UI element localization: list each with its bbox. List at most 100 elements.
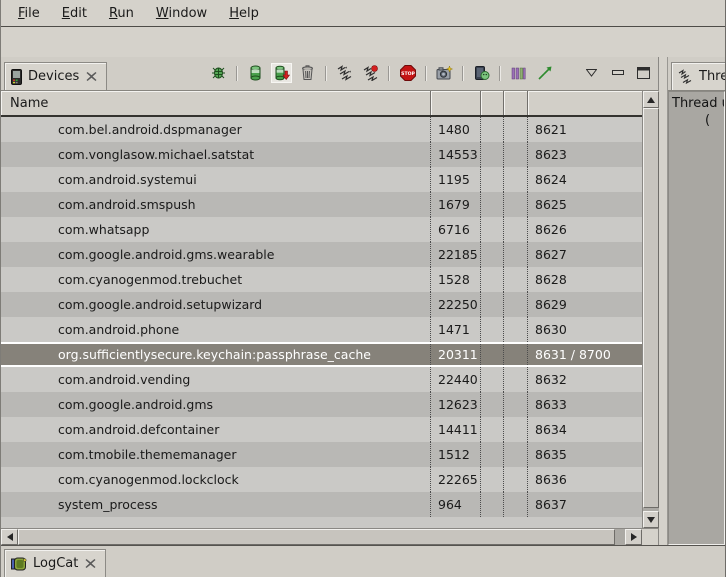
devices-tabbar: Devices bbox=[1, 57, 658, 91]
scroll-right-button[interactable] bbox=[625, 529, 642, 545]
toolbar-separator bbox=[499, 66, 501, 81]
empty-cell bbox=[481, 367, 504, 392]
table-row[interactable]: com.whatsapp 6716 8626 bbox=[1, 217, 642, 242]
process-pid: 1679 bbox=[431, 192, 481, 217]
tab-threads[interactable]: Threa bbox=[671, 62, 725, 90]
table-row[interactable]: com.cyanogenmod.lockclock 22265 8636 bbox=[1, 467, 642, 492]
empty-cell bbox=[504, 317, 528, 342]
scroll-down-button[interactable] bbox=[643, 511, 659, 528]
panel-splitter[interactable] bbox=[659, 57, 667, 545]
screen-capture-icon[interactable] bbox=[435, 64, 454, 82]
process-name: com.google.android.gms.wearable bbox=[1, 242, 431, 267]
process-port: 8628 bbox=[528, 267, 642, 292]
debug-process-icon[interactable] bbox=[209, 64, 228, 82]
horizontal-scroll-thumb[interactable] bbox=[18, 529, 615, 545]
vertical-scroll-thumb[interactable] bbox=[643, 108, 659, 508]
menu-edit[interactable]: Edit bbox=[51, 2, 98, 25]
menu-bar: File Edit Run Window Help bbox=[1, 0, 725, 27]
table-rows: com.bel.android.dspmanager 1480 8621 com… bbox=[1, 117, 642, 528]
horizontal-scroll-track[interactable] bbox=[18, 529, 625, 545]
threads-tabbar: Threa bbox=[668, 57, 725, 91]
empty-cell bbox=[481, 417, 504, 442]
column-header-3[interactable] bbox=[504, 91, 528, 115]
empty-cell bbox=[481, 267, 504, 292]
empty-cell bbox=[481, 392, 504, 417]
menu-help[interactable]: Help bbox=[218, 2, 270, 25]
empty-cell bbox=[504, 344, 528, 365]
process-pid: 6716 bbox=[431, 217, 481, 242]
vertical-scrollbar[interactable] bbox=[642, 91, 659, 528]
table-row[interactable]: com.android.smspush 1679 8625 bbox=[1, 192, 642, 217]
process-port: 8623 bbox=[528, 142, 642, 167]
threads-message-line2: ( bbox=[672, 112, 724, 129]
empty-cell bbox=[481, 142, 504, 167]
table-row[interactable]: com.android.defcontainer 14411 8634 bbox=[1, 417, 642, 442]
threads-message: Thread up ( bbox=[668, 91, 725, 545]
process-pid: 22185 bbox=[431, 242, 481, 267]
process-pid: 20311 bbox=[431, 344, 481, 365]
menu-file[interactable]: File bbox=[7, 2, 51, 25]
empty-cell bbox=[481, 117, 504, 142]
cause-gc-icon[interactable] bbox=[298, 64, 317, 82]
process-name: com.android.defcontainer bbox=[1, 417, 431, 442]
table-row[interactable]: com.google.android.gms.wearable 22185 86… bbox=[1, 242, 642, 267]
empty-cell bbox=[481, 217, 504, 242]
devices-panel: Devices bbox=[1, 57, 659, 545]
tab-logcat[interactable]: LogCat bbox=[4, 549, 106, 577]
empty-cell bbox=[504, 167, 528, 192]
table-row[interactable]: system_process 964 8637 bbox=[1, 492, 642, 517]
main-toolbar-strip bbox=[1, 27, 725, 57]
empty-cell bbox=[504, 217, 528, 242]
vertical-scroll-track[interactable] bbox=[643, 108, 659, 511]
table-row-selected[interactable]: org.sufficientlysecure.keychain:passphra… bbox=[1, 342, 642, 367]
dump-hprof-icon[interactable] bbox=[272, 64, 291, 82]
update-heap-icon[interactable] bbox=[246, 64, 265, 82]
systrace-icon[interactable] bbox=[509, 64, 528, 82]
menu-run[interactable]: Run bbox=[98, 2, 145, 25]
column-header-2[interactable] bbox=[481, 91, 504, 115]
table-row[interactable]: com.bel.android.dspmanager 1480 8621 bbox=[1, 117, 642, 142]
process-port: 8627 bbox=[528, 242, 642, 267]
view-menu-icon[interactable] bbox=[582, 64, 601, 82]
process-name: com.cyanogenmod.trebuchet bbox=[1, 267, 431, 292]
process-name: com.whatsapp bbox=[1, 217, 431, 242]
table-row[interactable]: com.tmobile.thememanager 1512 8635 bbox=[1, 442, 642, 467]
process-port: 8635 bbox=[528, 442, 642, 467]
table-row[interactable]: com.google.android.setupwizard 22250 862… bbox=[1, 292, 642, 317]
process-port: 8626 bbox=[528, 217, 642, 242]
tab-devices-label: Devices bbox=[28, 69, 79, 84]
horizontal-scrollbar[interactable] bbox=[1, 529, 642, 545]
column-header-pid[interactable] bbox=[431, 91, 481, 115]
process-pid: 1471 bbox=[431, 317, 481, 342]
minimize-icon[interactable] bbox=[608, 64, 627, 82]
ddms-window: File Edit Run Window Help bbox=[0, 0, 726, 577]
process-name: com.tmobile.thememanager bbox=[1, 442, 431, 467]
tab-threads-label: Threa bbox=[699, 69, 725, 84]
close-icon[interactable] bbox=[85, 70, 98, 83]
update-threads-icon[interactable] bbox=[335, 64, 354, 82]
tab-devices[interactable]: Devices bbox=[4, 62, 107, 90]
empty-cell bbox=[504, 442, 528, 467]
column-header-name[interactable]: Name bbox=[1, 91, 431, 115]
table-row[interactable]: com.cyanogenmod.trebuchet 1528 8628 bbox=[1, 267, 642, 292]
opengl-trace-icon[interactable] bbox=[535, 64, 554, 82]
scroll-up-button[interactable] bbox=[643, 91, 659, 108]
close-icon[interactable] bbox=[84, 557, 97, 570]
table-row[interactable]: com.android.vending 22440 8632 bbox=[1, 367, 642, 392]
process-pid: 14411 bbox=[431, 417, 481, 442]
menu-window[interactable]: Window bbox=[145, 2, 218, 25]
stop-process-icon[interactable]: STOP bbox=[398, 64, 417, 82]
table-row[interactable]: com.android.phone 1471 8630 bbox=[1, 317, 642, 342]
process-port: 8631 / 8700 bbox=[528, 344, 642, 365]
process-name: com.cyanogenmod.lockclock bbox=[1, 467, 431, 492]
empty-cell bbox=[504, 242, 528, 267]
table-row[interactable]: com.vonglasow.michael.satstat 14553 8623 bbox=[1, 142, 642, 167]
scroll-left-button[interactable] bbox=[1, 529, 18, 545]
screen-record-icon[interactable] bbox=[472, 64, 491, 82]
table-row[interactable]: com.google.android.gms 12623 8633 bbox=[1, 392, 642, 417]
table-row[interactable]: com.android.systemui 1195 8624 bbox=[1, 167, 642, 192]
start-method-profiling-icon[interactable] bbox=[361, 64, 380, 82]
maximize-icon[interactable] bbox=[634, 64, 653, 82]
column-header-port[interactable] bbox=[528, 91, 642, 115]
process-pid: 1528 bbox=[431, 267, 481, 292]
